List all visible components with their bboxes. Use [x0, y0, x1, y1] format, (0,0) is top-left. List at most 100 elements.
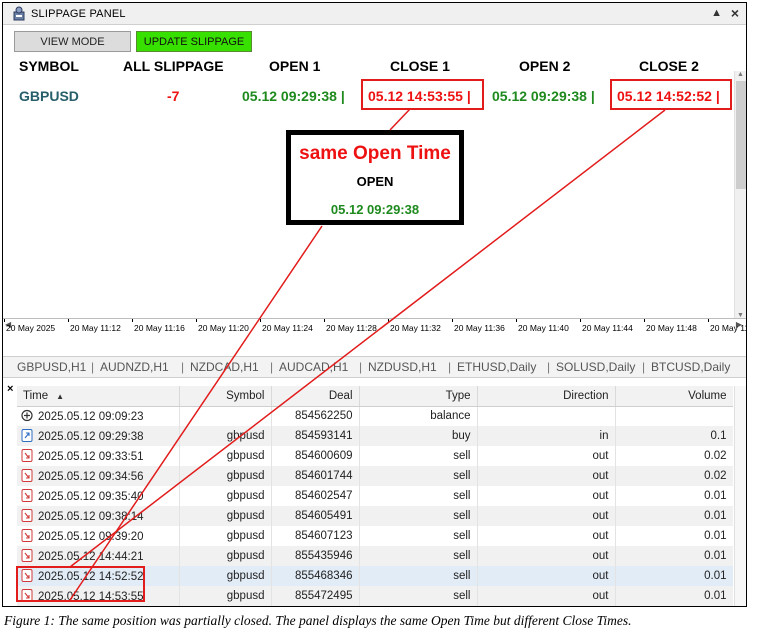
time-axis-tick: [452, 319, 453, 322]
close-2-highlight: [610, 79, 732, 110]
slippage-panel: SLIPPAGE PANEL ▲ × VIEW MODE UPDATE SLIP…: [3, 3, 746, 335]
annotation-box: same Open Time OPEN 05.12 09:29:38: [286, 130, 464, 225]
sort-ascending-icon: ▲: [56, 391, 65, 401]
cell-time: 2025.05.12 09:34:56: [17, 466, 180, 486]
cell-time: 2025.05.12 14:44:21: [17, 546, 180, 566]
row-open-1: 05.12 09:29:38 |: [242, 88, 345, 104]
time-axis-label: 20 May 11:32: [390, 323, 441, 333]
cell-direction: out: [477, 486, 616, 506]
history-scrollbar[interactable]: [734, 386, 746, 606]
history-row[interactable]: 2025.05.12 09:09:23 854562250 balance: [17, 406, 733, 426]
chart-tab-solusd-daily[interactable]: SOLUSD,Daily: [556, 360, 635, 374]
cell-time: 2025.05.12 09:38:14: [17, 506, 180, 526]
history-row[interactable]: 2025.05.12 09:29:38 gbpusd 854593141 buy in 0…: [17, 426, 733, 446]
close-1-highlight: [361, 79, 484, 110]
sell-deal-icon: [21, 489, 38, 503]
history-row[interactable]: 2025.05.12 09:34:56 gbpusd 854601744 sell ou…: [17, 466, 733, 486]
header-open-2: OPEN 2: [519, 58, 571, 74]
chart-tab-gbpusd-h1[interactable]: GBPUSD,H1: [17, 360, 86, 374]
chart-tab-nzdcad-h1[interactable]: NZDCAD,H1: [190, 360, 259, 374]
sell-deal-icon: [21, 569, 38, 583]
cell-symbol: gbpusd: [179, 426, 272, 446]
history-row[interactable]: 2025.05.12 14:53:55 gbpusd 855472495 sell ou…: [17, 586, 733, 606]
annotation-title: same Open Time: [299, 143, 451, 164]
panel-titlebar[interactable]: SLIPPAGE PANEL ▲ ×: [3, 3, 746, 25]
scroll-up-icon[interactable]: ▲: [737, 71, 744, 78]
chart-tab-audcad-h1[interactable]: AUDCAD,H1: [279, 360, 348, 374]
cell-time: 2025.05.12 09:29:38: [17, 426, 180, 446]
time-axis-tick: [516, 319, 517, 322]
history-row[interactable]: 2025.05.12 09:33:51 gbpusd 854600609 sell ou…: [17, 446, 733, 466]
chart-tab-separator: |: [270, 360, 274, 374]
header-all-slippage: ALL SLIPPAGE: [123, 58, 224, 74]
column-type[interactable]: Type: [359, 386, 478, 407]
cell-time: 2025.05.12 14:52:52: [17, 566, 180, 586]
toolbox-close-icon[interactable]: ×: [7, 383, 13, 395]
cell-time: 2025.05.12 09:09:23: [17, 406, 180, 426]
header-close-2: CLOSE 2: [639, 58, 699, 74]
column-volume[interactable]: Volume: [615, 386, 733, 407]
deal-time: 2025.05.12 14:53:55: [38, 591, 144, 603]
buy-deal-icon: [21, 429, 38, 443]
cell-type: sell: [359, 446, 478, 466]
panel-title: SLIPPAGE PANEL: [31, 8, 126, 20]
deal-time: 2025.05.12 14:52:52: [38, 571, 144, 583]
column-time[interactable]: Time ▲: [17, 386, 180, 407]
deal-time: 2025.05.12 09:38:14: [38, 511, 144, 523]
terminal-window: SLIPPAGE PANEL ▲ × VIEW MODE UPDATE SLIP…: [2, 2, 747, 607]
sell-deal-icon: [21, 449, 38, 463]
history-row[interactable]: 2025.05.12 09:39:20 gbpusd 854607123 sell ou…: [17, 526, 733, 546]
cell-time: 2025.05.12 09:39:20: [17, 526, 180, 546]
deal-time: 2025.05.12 09:35:40: [38, 491, 144, 503]
chart-tab-separator: |: [642, 360, 646, 374]
cell-deal: 854593141: [271, 426, 360, 446]
row-all-slippage: -7: [167, 88, 180, 104]
time-axis-tick: [708, 319, 709, 322]
cell-direction: out: [477, 466, 616, 486]
history-header-row: Time ▲ Symbol Deal Type Direction Volume: [17, 386, 733, 407]
annotation-open-label: OPEN: [356, 174, 394, 189]
history-table: Time ▲ Symbol Deal Type Direction Volume …: [17, 386, 733, 606]
view-mode-button[interactable]: VIEW MODE: [14, 31, 131, 52]
cell-symbol: gbpusd: [179, 506, 272, 526]
time-axis-label: 20 May 11:20: [198, 323, 249, 333]
chart-tab-audnzd-h1[interactable]: AUDNZD,H1: [100, 360, 169, 374]
cell-symbol: gbpusd: [179, 466, 272, 486]
column-symbol[interactable]: Symbol: [179, 386, 272, 407]
cell-volume: [615, 406, 733, 426]
time-axis-label: 20 May 11:48: [646, 323, 697, 333]
history-row[interactable]: 2025.05.12 14:52:52 gbpusd 855468346 sell ou…: [17, 566, 733, 586]
time-axis-tick: [132, 319, 133, 322]
cell-deal: 854607123: [271, 526, 360, 546]
history-row[interactable]: 2025.05.12 09:35:40 gbpusd 854602547 sell ou…: [17, 486, 733, 506]
close-icon[interactable]: ×: [731, 5, 739, 21]
row-symbol: GBPUSD: [19, 88, 79, 104]
cell-time: 2025.05.12 09:35:40: [17, 486, 180, 506]
cell-volume: 0.01: [615, 526, 733, 546]
sell-deal-icon: [21, 549, 38, 563]
time-axis-label: 20 May 11:44: [582, 323, 633, 333]
chart-tab-nzdusd-h1[interactable]: NZDUSD,H1: [368, 360, 437, 374]
cell-volume: 0.01: [615, 506, 733, 526]
chart-tab-btcusd-daily[interactable]: BTCUSD,Daily: [651, 360, 730, 374]
history-row[interactable]: 2025.05.12 14:44:21 gbpusd 855435946 sell ou…: [17, 546, 733, 566]
panel-scrollbar-thumb[interactable]: [736, 81, 746, 189]
chart-tab-separator: |: [448, 360, 452, 374]
balance-icon: [21, 410, 38, 423]
update-slippage-button[interactable]: UPDATE SLIPPAGE: [136, 31, 252, 52]
time-axis-label: 20 May 11:28: [326, 323, 377, 333]
deal-time: 2025.05.12 09:33:51: [38, 451, 144, 463]
column-deal[interactable]: Deal: [271, 386, 360, 407]
panel-scrollbar[interactable]: ▲ ▼: [734, 71, 746, 321]
chart-tab-ethusd-daily[interactable]: ETHUSD,Daily: [457, 360, 536, 374]
history-row[interactable]: 2025.05.12 09:38:14 gbpusd 854605491 sell ou…: [17, 506, 733, 526]
cell-type: sell: [359, 546, 478, 566]
cell-deal: 854562250: [271, 406, 360, 426]
sell-deal-icon: [21, 589, 38, 603]
column-direction[interactable]: Direction: [477, 386, 616, 407]
minimize-icon[interactable]: ▲: [711, 7, 722, 19]
cell-volume: 0.02: [615, 446, 733, 466]
deal-time: 2025.05.12 09:39:20: [38, 531, 144, 543]
cell-symbol: gbpusd: [179, 446, 272, 466]
header-symbol: SYMBOL: [19, 58, 79, 74]
